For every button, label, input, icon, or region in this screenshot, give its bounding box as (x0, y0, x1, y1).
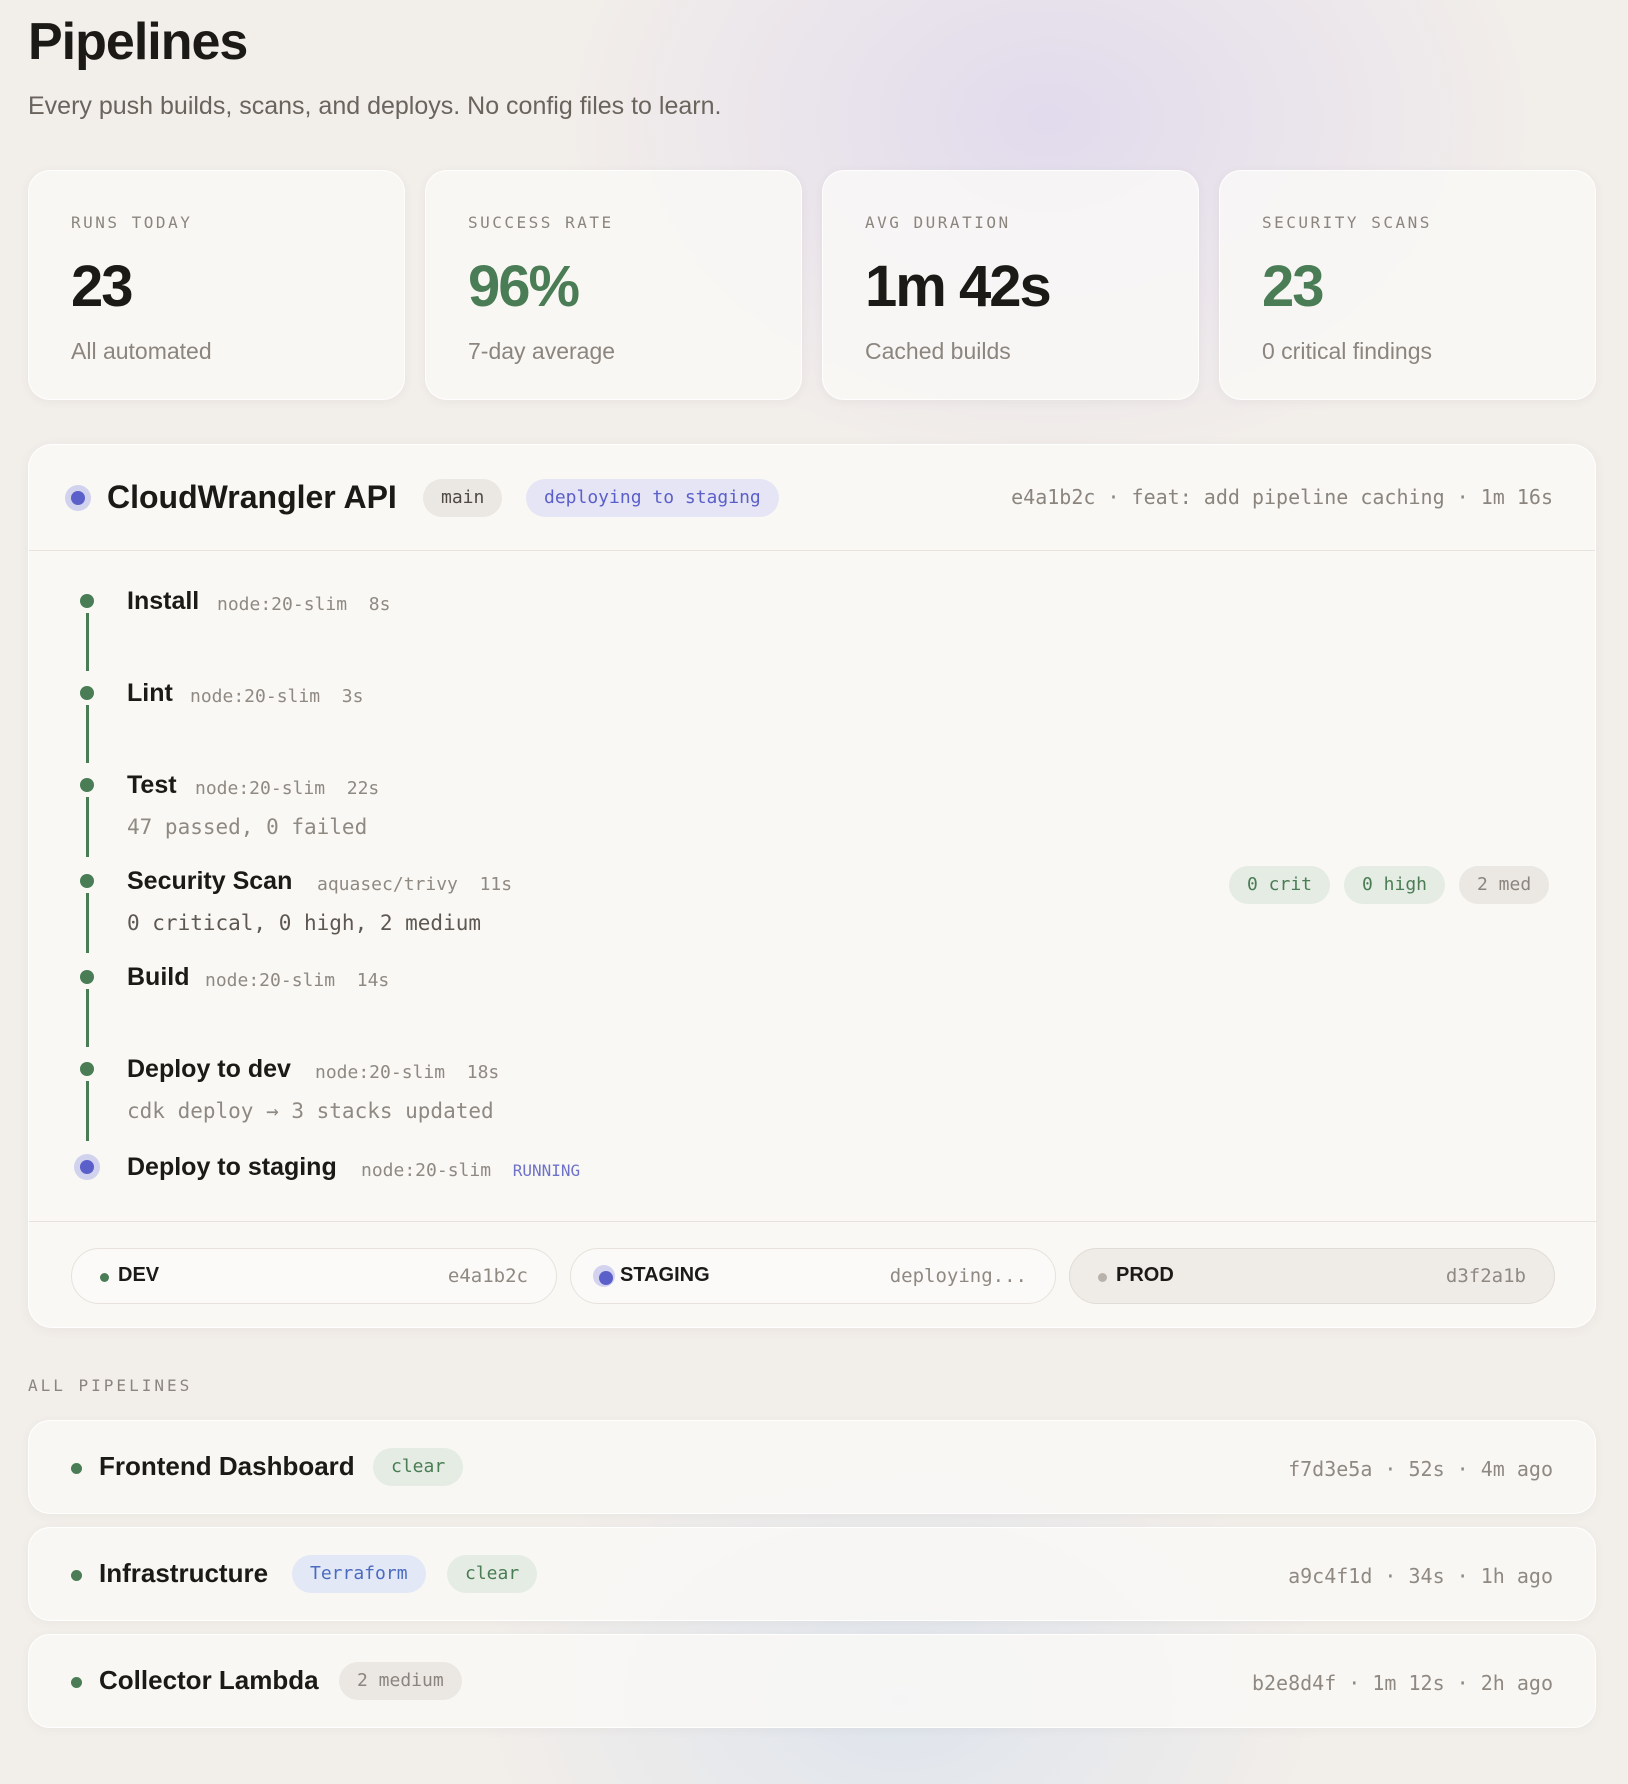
pipeline-name: Infrastructure (99, 1558, 269, 1588)
scan-status-badge: clear (447, 1555, 538, 1593)
step-success-icon (80, 970, 94, 984)
step-connector (86, 613, 89, 671)
step-success-icon (80, 594, 94, 608)
pipeline-meta: b2e8d4f · 1m 12s · 2h ago (1251, 1671, 1553, 1695)
env-status-icon (1098, 1273, 1107, 1282)
step-image: node:20-slim 18s (315, 1062, 500, 1083)
step-image: aquasec/trivy 11s (317, 874, 513, 895)
step-success-icon (80, 778, 94, 792)
step-image: node:20-slim 14s (205, 970, 390, 991)
stats-row: RUNS TODAY 23 All automated SUCCESS RATE… (28, 170, 1596, 400)
medium-count-badge: 2 med (1459, 866, 1550, 904)
branch-badge: main (423, 479, 503, 517)
scan-status-badge: 2 medium (339, 1662, 462, 1700)
stat-value: 1m 42s (865, 254, 1052, 319)
env-status-icon (100, 1273, 109, 1282)
stat-value: 23 (1262, 254, 1325, 319)
pipeline-status-icon (71, 1570, 82, 1581)
scan-status-badge: clear (373, 1448, 464, 1486)
step-detail: cdk deploy → 3 stacks updated (127, 1099, 494, 1123)
step-detail: 0 critical, 0 high, 2 medium (127, 911, 482, 935)
env-version: d3f2a1b (1445, 1265, 1526, 1287)
stat-value: 23 (71, 254, 134, 319)
env-running-icon (593, 1265, 615, 1287)
pipeline-meta: a9c4f1d · 34s · 1h ago (1288, 1564, 1553, 1588)
running-status-icon (65, 485, 91, 511)
commit-meta: e4a1b2c · feat: add pipeline caching · 1… (1011, 485, 1553, 509)
step-name: Security Scan (127, 867, 293, 895)
env-staging[interactable]: STAGING deploying... (570, 1248, 1056, 1304)
pipeline-name: Frontend Dashboard (99, 1451, 355, 1481)
critical-count-badge: 0 crit (1229, 866, 1331, 904)
env-dev[interactable]: DEV e4a1b2c (71, 1248, 557, 1304)
step-image: node:20-slim 22s (195, 778, 380, 799)
pipeline-title: CloudWrangler API (107, 479, 397, 515)
pipeline-row-frontend-dashboard[interactable]: Frontend Dashboard clear f7d3e5a · 52s ·… (28, 1420, 1596, 1514)
running-status-icon (74, 1154, 100, 1180)
step-name: Deploy to dev (127, 1055, 291, 1083)
pipeline-meta: f7d3e5a · 52s · 4m ago (1288, 1457, 1553, 1481)
pipeline-status-icon (71, 1463, 82, 1474)
stat-label: SECURITY SCANS (1262, 213, 1432, 232)
stat-sub: 7-day average (468, 338, 616, 364)
step-connector (86, 989, 89, 1047)
step-detail: 47 passed, 0 failed (127, 815, 368, 839)
env-version: deploying... (889, 1265, 1027, 1287)
page-subtitle: Every push builds, scans, and deploys. N… (28, 92, 722, 120)
step-image: node:20-slim RUNNING (361, 1160, 581, 1181)
step-success-icon (80, 874, 94, 888)
step-image: node:20-slim 8s (217, 594, 391, 615)
pipeline-status-icon (71, 1677, 82, 1688)
step-name: Build (127, 963, 190, 991)
step-connector (86, 705, 89, 763)
step-image: node:20-slim 3s (190, 686, 364, 707)
stat-sub: All automated (71, 338, 212, 364)
page-title: Pipelines (28, 13, 248, 71)
step-success-icon (80, 686, 94, 700)
env-name: DEV (118, 1264, 160, 1286)
pipeline-name: Collector Lambda (99, 1665, 319, 1695)
step-connector (86, 893, 89, 953)
tech-badge: Terraform (292, 1555, 426, 1593)
step-name: Deploy to staging (127, 1153, 337, 1181)
high-count-badge: 0 high (1344, 866, 1446, 904)
env-version: e4a1b2c (447, 1265, 528, 1287)
stat-label: AVG DURATION (865, 213, 1011, 232)
env-name: PROD (1116, 1264, 1174, 1286)
section-label-all-pipelines: ALL PIPELINES (28, 1376, 193, 1395)
stat-sub: 0 critical findings (1262, 338, 1433, 364)
stat-label: SUCCESS RATE (468, 213, 614, 232)
env-prod[interactable]: PROD d3f2a1b (1069, 1248, 1555, 1304)
pipeline-row-collector-lambda[interactable]: Collector Lambda 2 medium b2e8d4f · 1m 1… (28, 1634, 1596, 1728)
stat-value: 96% (468, 254, 580, 319)
stat-card-runs-today: RUNS TODAY 23 All automated (28, 170, 405, 400)
step-success-icon (80, 1062, 94, 1076)
step-name: Lint (127, 679, 173, 707)
stat-card-security-scans: SECURITY SCANS 23 0 critical findings (1219, 170, 1596, 400)
stat-label: RUNS TODAY (71, 213, 193, 232)
step-name: Install (127, 587, 200, 615)
step-connector (86, 1081, 89, 1141)
step-connector (86, 797, 89, 857)
active-pipeline-card[interactable]: CloudWrangler API main deploying to stag… (28, 444, 1597, 1329)
environments-row: DEV e4a1b2c STAGING deploying... PROD d3… (29, 1221, 1597, 1329)
step-name: Test (127, 771, 177, 799)
env-name: STAGING (620, 1264, 710, 1286)
stat-card-avg-duration: AVG DURATION 1m 42s Cached builds (822, 170, 1199, 400)
status-badge: deploying to staging (526, 479, 779, 517)
stat-card-success-rate: SUCCESS RATE 96% 7-day average (425, 170, 802, 400)
pipeline-header: CloudWrangler API main deploying to stag… (29, 445, 1595, 551)
stat-sub: Cached builds (865, 338, 1011, 364)
pipeline-row-infrastructure[interactable]: Infrastructure Terraform clear a9c4f1d ·… (28, 1527, 1596, 1621)
running-label: RUNNING (512, 1161, 581, 1180)
